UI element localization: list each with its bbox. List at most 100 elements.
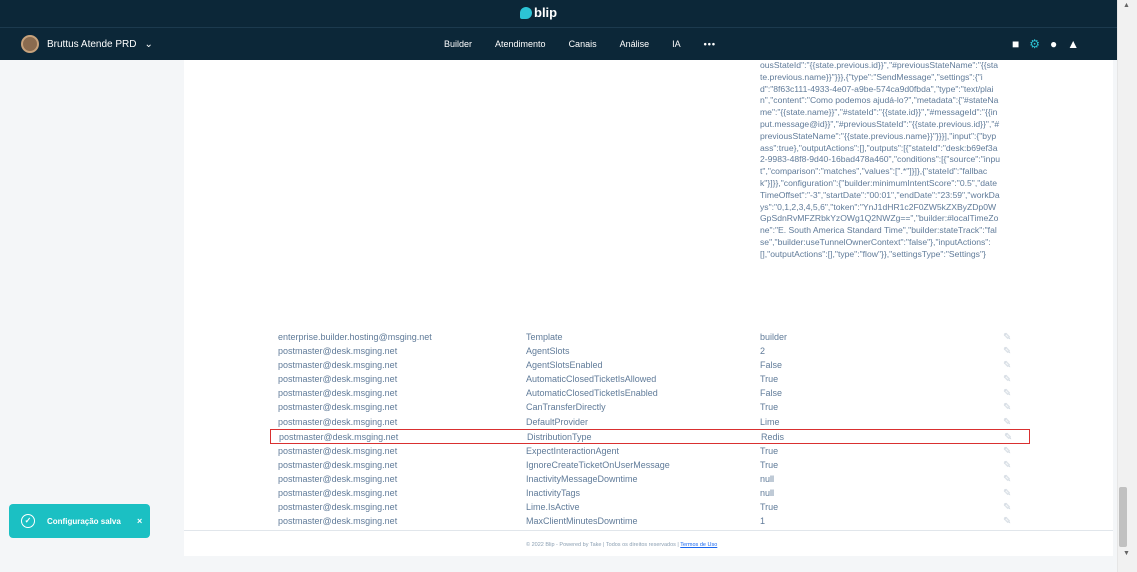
resources-table: enterprise.builder.hosting@msging.net Tem… — [270, 330, 1030, 528]
key-cell: InactivityTags — [526, 487, 581, 498]
toast-message: Configuração salva — [47, 517, 121, 526]
nav-analise[interactable]: Análise — [620, 39, 650, 49]
nav-ia[interactable]: IA — [672, 39, 681, 49]
key-cell: ExpectInteractionAgent — [526, 445, 620, 456]
nav-atendimento[interactable]: Atendimento — [495, 39, 546, 49]
team-icon[interactable]: ● — [1050, 37, 1057, 51]
key-cell: AutomaticClosedTicketIsEnabled — [526, 388, 658, 399]
edit-pencil-icon[interactable]: ✎ — [1003, 345, 1011, 359]
table-row[interactable]: postmaster@desk.msging.net InactivityMess… — [270, 472, 1030, 486]
scroll-down-arrow-icon[interactable]: ▼ — [1123, 550, 1130, 557]
value-cell: True — [760, 459, 779, 470]
nav-icons: ■ ⚙ ● ▲ — [1012, 37, 1079, 51]
value-cell: 2 — [760, 346, 766, 357]
footer: © 2022 Blip - Powered by Take | Todos os… — [184, 530, 1113, 556]
edit-pencil-icon[interactable]: ✎ — [1003, 401, 1011, 415]
blip-logo[interactable]: blip — [520, 5, 557, 20]
value-cell: null — [760, 473, 775, 484]
owner-cell: postmaster@desk.msging.net — [278, 516, 398, 527]
top-bar: blip — [0, 0, 1117, 27]
key-cell: IgnoreCreateTicketOnUserMessage — [526, 459, 670, 470]
table-row[interactable]: postmaster@desk.msging.net CanTransferDir… — [270, 400, 1030, 414]
scrollbar-thumb[interactable] — [1119, 487, 1127, 547]
table-row[interactable]: postmaster@desk.msging.net MaxClientMinut… — [270, 514, 1030, 528]
owner-cell: postmaster@desk.msging.net — [278, 502, 398, 513]
nav-more-button[interactable]: ••• — [704, 39, 716, 49]
owner-cell: postmaster@desk.msging.net — [278, 445, 398, 456]
value-cell: False — [760, 388, 783, 399]
value-cell: True — [760, 374, 779, 385]
owner-cell: postmaster@desk.msging.net — [279, 431, 399, 442]
key-cell: InactivityMessageDowntime — [526, 473, 638, 484]
edit-pencil-icon[interactable]: ✎ — [1003, 501, 1011, 515]
brand-name: blip — [534, 5, 558, 20]
check-circle-icon: ✓ — [21, 514, 35, 528]
terms-link[interactable]: Termos de Uso — [680, 542, 717, 548]
table-row[interactable]: postmaster@desk.msging.net AutomaticClose… — [270, 372, 1030, 386]
flask-icon[interactable]: ▲ — [1067, 37, 1079, 51]
footer-copyright: © 2022 Blip - Powered by Take | Todos os… — [526, 542, 681, 548]
edit-pencil-icon[interactable]: ✎ — [1003, 515, 1011, 529]
key-cell: CanTransferDirectly — [526, 402, 606, 413]
table-row[interactable]: postmaster@desk.msging.net DistributionTy… — [270, 428, 1030, 445]
key-cell: AgentSlots — [526, 346, 570, 357]
navbar: Bruttus Atende PRD ⌄ Builder Atendimento… — [0, 27, 1117, 60]
edit-pencil-icon[interactable]: ✎ — [1003, 416, 1011, 430]
edit-pencil-icon[interactable]: ✎ — [1003, 445, 1011, 459]
edit-pencil-icon[interactable]: ✎ — [1004, 431, 1012, 445]
key-cell: DistributionType — [527, 431, 592, 442]
bot-selector[interactable]: Bruttus Atende PRD ⌄ — [21, 35, 153, 53]
nav-canais[interactable]: Canais — [569, 39, 597, 49]
gear-icon[interactable]: ⚙ — [1029, 37, 1040, 51]
scroll-up-arrow-icon[interactable]: ▲ — [1123, 2, 1130, 9]
chevron-down-icon: ⌄ — [144, 38, 153, 50]
table-row[interactable]: enterprise.builder.hosting@msging.net Tem… — [270, 330, 1030, 344]
value-cell: Lime — [760, 416, 780, 427]
owner-cell: postmaster@desk.msging.net — [278, 487, 398, 498]
edit-pencil-icon[interactable]: ✎ — [1003, 359, 1011, 373]
table-row[interactable]: postmaster@desk.msging.net IgnoreCreateTi… — [270, 458, 1030, 472]
key-cell: Template — [526, 332, 563, 342]
key-cell: MaxClientMinutesDowntime — [526, 516, 638, 527]
table-row[interactable]: postmaster@desk.msging.net ExpectInteract… — [270, 444, 1030, 458]
owner-cell: postmaster@desk.msging.net — [278, 402, 398, 413]
value-cell: False — [760, 360, 783, 371]
table-row[interactable]: postmaster@desk.msging.net AgentSlotsEnab… — [270, 358, 1030, 372]
value-cell: 1 — [760, 516, 766, 527]
owner-cell: enterprise.builder.hosting@msging.net — [278, 332, 432, 342]
value-cell: True — [760, 402, 779, 413]
json-value-cell: ousStateId":"{{state.previous.id}}","#pr… — [760, 60, 1001, 259]
edit-pencil-icon[interactable]: ✎ — [1003, 387, 1011, 401]
table-row[interactable]: postmaster@desk.msging.net AgentSlots 2 ✎ — [270, 344, 1030, 358]
table-row[interactable]: postmaster@desk.msging.net InactivityTags… — [270, 486, 1030, 500]
bot-name: Bruttus Atende PRD — [47, 38, 137, 50]
value-cell: builder — [760, 332, 788, 342]
key-cell: Lime.IsActive — [526, 502, 580, 513]
edit-pencil-icon[interactable]: ✎ — [1003, 331, 1011, 345]
table-row[interactable]: postmaster@desk.msging.net Lime.IsActive T… — [270, 500, 1030, 514]
edit-pencil-icon[interactable]: ✎ — [1003, 487, 1011, 501]
owner-cell: postmaster@desk.msging.net — [278, 360, 398, 371]
key-cell: AutomaticClosedTicketIsAllowed — [526, 374, 657, 385]
table-row[interactable]: postmaster@desk.msging.net DefaultProvide… — [270, 415, 1030, 429]
nav-builder[interactable]: Builder — [444, 39, 472, 49]
blip-logo-icon — [520, 6, 532, 19]
edit-pencil-icon[interactable]: ✎ — [1003, 373, 1011, 387]
value-cell: True — [760, 445, 779, 456]
owner-cell: postmaster@desk.msging.net — [278, 388, 398, 399]
owner-cell: postmaster@desk.msging.net — [278, 346, 398, 357]
footer-text: © 2022 Blip - Powered by Take | Todos os… — [526, 542, 717, 548]
edit-pencil-icon[interactable]: ✎ — [1003, 459, 1011, 473]
edit-pencil-icon[interactable]: ✎ — [1003, 473, 1011, 487]
key-cell: AgentSlotsEnabled — [526, 360, 603, 371]
owner-cell: postmaster@desk.msging.net — [278, 374, 398, 385]
toast-close-button[interactable]: × — [137, 516, 142, 526]
table-row[interactable]: postmaster@desk.msging.net AutomaticClose… — [270, 386, 1030, 400]
owner-cell: postmaster@desk.msging.net — [278, 473, 398, 484]
success-toast: ✓ Configuração salva × — [9, 504, 150, 538]
puzzle-icon[interactable]: ■ — [1012, 37, 1019, 51]
value-cell: True — [760, 502, 779, 513]
value-cell: null — [760, 487, 775, 498]
owner-cell: postmaster@desk.msging.net — [278, 459, 398, 470]
value-cell: Redis — [761, 431, 785, 442]
